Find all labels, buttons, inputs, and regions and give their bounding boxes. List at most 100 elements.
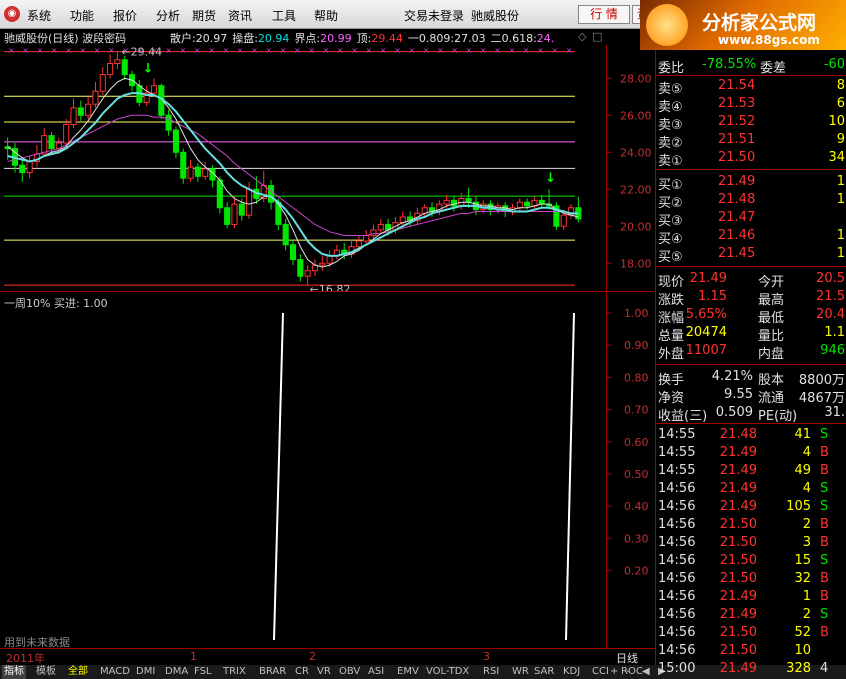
title-value-label: 界点: — [294, 32, 321, 45]
candle-body — [70, 107, 77, 126]
menu-tools[interactable]: 工具 — [272, 7, 296, 24]
stat-label-2: 内盘 — [758, 347, 785, 362]
tab-nav-2[interactable]: ◀ — [640, 665, 652, 679]
period-label[interactable]: 日线 — [616, 650, 638, 666]
quote-panel: 委比 -78.55% 委差 -60 卖⑤ 21.54 8 卖④ 21.53 6 卖③ 21.52 10 卖… — [655, 50, 846, 676]
marker-x: × — [423, 46, 430, 55]
tick-price: 21.49 — [719, 607, 757, 622]
candle-body — [92, 90, 99, 105]
tick-side: B — [820, 517, 829, 532]
title-value-label: 散户: — [170, 32, 196, 45]
tab-模板[interactable]: 模板 — [34, 665, 58, 679]
menu-help[interactable]: 帮助 — [314, 7, 338, 24]
y-tick-label-1: 26.00 — [620, 109, 652, 122]
tab-asi[interactable]: ASI — [366, 665, 386, 679]
marker-x: × — [509, 46, 516, 55]
tick-time: 15:00 — [658, 661, 696, 676]
title-value-number: 20.97 — [195, 32, 228, 45]
title-value-2: 界点:20.99 — [294, 32, 351, 45]
title-value-4: 一0.809:27.03 — [408, 32, 486, 45]
ask-row-5: 卖⑤ 21.54 8 — [656, 77, 846, 97]
date-label-3: 3 — [483, 650, 490, 663]
candle-body — [275, 201, 282, 225]
tick-time: 14:56 — [658, 643, 696, 658]
tick-row-9: 14:56 21.49 1 B — [656, 588, 846, 606]
tick-time: 14:56 — [658, 571, 696, 586]
tab-cr[interactable]: CR — [293, 665, 311, 679]
ask-volume: 8 — [836, 78, 845, 93]
marker-x: × — [337, 46, 344, 55]
stat-value-2: 21.5 — [816, 289, 845, 304]
menu-analysis[interactable]: 分析 — [156, 7, 180, 24]
tick-volume: 4 — [802, 481, 811, 496]
marker-x: × — [180, 46, 187, 55]
tick-time: 14:56 — [658, 553, 696, 568]
tick-side: B — [820, 625, 829, 640]
bid-volume: 1 — [836, 246, 845, 261]
tab-emv[interactable]: EMV — [395, 665, 421, 679]
stat-row-2: 涨幅 5.65% 最低 20.4 — [656, 306, 846, 326]
tick-price: 21.50 — [719, 535, 757, 550]
menu-function[interactable]: 功能 — [70, 7, 94, 24]
tick-row-6: 14:56 21.50 3 B — [656, 534, 846, 552]
tab-vr[interactable]: VR — [315, 665, 333, 679]
marker-x: × — [408, 46, 415, 55]
candle-body — [560, 214, 567, 227]
buy-arrow-icon-1: ↓ — [545, 171, 556, 186]
candle-body — [246, 188, 253, 216]
tab-dmi[interactable]: DMI — [134, 665, 157, 679]
candle-body — [77, 107, 84, 116]
marker-x: × — [551, 46, 558, 55]
ind-tick-label-8: 0.20 — [624, 565, 649, 578]
tick-side: B — [820, 535, 829, 550]
marker-x: × — [480, 46, 487, 55]
y-tick-label-5: 18.00 — [620, 257, 652, 270]
tab-obv[interactable]: OBV — [337, 665, 362, 679]
candle-body — [377, 223, 384, 231]
marker-x: × — [537, 46, 544, 55]
tab-macd[interactable]: MACD — [98, 665, 132, 679]
tab-nav-1[interactable]: - — [624, 665, 632, 679]
app-logo-icon[interactable]: ◉ — [4, 6, 20, 22]
marker-x: × — [280, 46, 287, 55]
tab-sar[interactable]: SAR — [532, 665, 556, 679]
marker-x: × — [451, 46, 458, 55]
tick-time: 14:56 — [658, 607, 696, 622]
menu-system[interactable]: 系统 — [27, 7, 51, 24]
candle-body — [282, 223, 289, 246]
title-value-1: 操盘:20.94 — [232, 32, 289, 45]
tab-fsl[interactable]: FSL — [192, 665, 214, 679]
stat-value-2: 20.5 — [816, 271, 845, 286]
tab-全部[interactable]: 全部 — [66, 665, 90, 679]
tab-brar[interactable]: BRAR — [257, 665, 288, 679]
diamond-icon[interactable]: ◇ — [578, 30, 586, 43]
marker-x: × — [323, 46, 330, 55]
marker-x: × — [294, 46, 301, 55]
tab-rsi[interactable]: RSI — [481, 665, 501, 679]
brand-banner: 分析家公式网 www.88gs.com — [640, 0, 846, 50]
close-icon[interactable]: □ — [592, 30, 602, 43]
menu-quote[interactable]: 报价 — [113, 7, 137, 24]
marker-x: × — [251, 46, 258, 55]
marker-x: × — [37, 46, 44, 55]
menu-news[interactable]: 资讯 — [228, 7, 252, 24]
tick-price: 21.50 — [719, 517, 757, 532]
ask-price: 21.52 — [718, 114, 756, 129]
tick-price: 21.50 — [719, 643, 757, 658]
tick-row-4: 14:56 21.49 105 S — [656, 498, 846, 516]
fin-row-2: 收益(三) 0.509 PE(动) 31. — [656, 404, 846, 424]
marker-x: × — [237, 46, 244, 55]
tab-指标[interactable]: 指标 — [2, 665, 26, 679]
tab-dma[interactable]: DMA — [163, 665, 190, 679]
quote-button[interactable]: 行 情 — [578, 5, 630, 24]
menu-futures[interactable]: 期货 — [192, 7, 216, 24]
tab-kdj[interactable]: KDJ — [561, 665, 582, 679]
tick-price: 21.49 — [719, 463, 757, 478]
candlestick-chart[interactable]: × × × × × × × × × × × × × × × × × × × × × × × × × × × × × × × × × × × × × × × ×… — [0, 45, 655, 291]
tab-wr[interactable]: WR — [510, 665, 531, 679]
tab-nav-0[interactable]: + — [608, 665, 620, 679]
tick-price: 21.49 — [719, 499, 757, 514]
tab-vol-tdx[interactable]: VOL-TDX — [424, 665, 471, 679]
tab-trix[interactable]: TRIX — [221, 665, 248, 679]
indicator-chart[interactable]: 1.00 0.90 0.80 0.70 0.60 0.50 0.40 0.30 0.20 — [0, 295, 655, 648]
